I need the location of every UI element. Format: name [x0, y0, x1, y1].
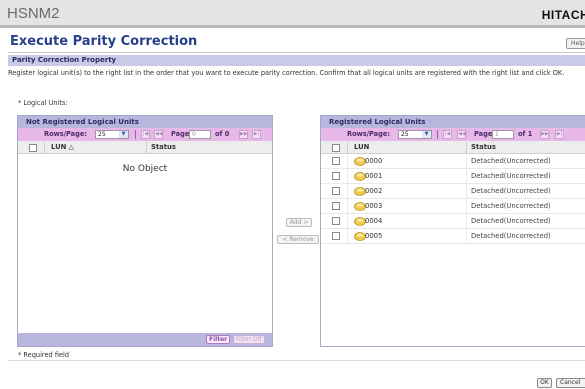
lun-value: 0005	[365, 232, 383, 240]
status-value: Detached(Uncorrected)	[471, 202, 551, 210]
select-all-checkbox[interactable]	[332, 144, 340, 152]
next-page-icon[interactable]: ▶▶	[540, 130, 549, 139]
column-status[interactable]: Status	[151, 141, 176, 154]
row-separator	[466, 199, 467, 213]
row-separator	[466, 229, 467, 243]
pager-left: Rows/Page: 25 ▼ |◀ ◀◀ Page 0 of 0 ▶▶ ▶|	[18, 128, 272, 141]
last-page-icon[interactable]: ▶|	[252, 130, 261, 139]
prev-page-icon[interactable]: ◀◀	[154, 130, 163, 139]
add-button[interactable]: Add >	[286, 218, 312, 227]
row-separator	[466, 184, 467, 198]
panel-title-not-registered: Not Registered Logical Units	[18, 116, 272, 128]
column-separator	[466, 141, 467, 154]
page-of-label: of 0	[215, 130, 230, 138]
row-separator	[466, 214, 467, 228]
chevron-down-icon: ▼	[119, 131, 128, 138]
row-checkbox[interactable]	[332, 217, 340, 225]
next-page-icon[interactable]: ▶▶	[239, 130, 248, 139]
page-of-label: of 1	[518, 130, 533, 138]
chevron-down-icon: ▼	[422, 131, 431, 138]
ok-button[interactable]: OK	[537, 378, 552, 388]
column-separator	[146, 141, 147, 154]
table-row[interactable]: 0003 Detached(Uncorrected)	[321, 199, 585, 214]
brand-logo: HITACHI	[541, 8, 585, 22]
footer-divider	[8, 360, 585, 361]
cancel-button[interactable]: Cancel	[556, 378, 585, 388]
required-field-note: * Required field	[18, 351, 70, 359]
row-separator	[466, 154, 467, 168]
row-checkbox[interactable]	[332, 202, 340, 210]
remove-button[interactable]: < Remove	[277, 235, 319, 244]
rows-per-page-select[interactable]: 25 ▼	[95, 130, 129, 139]
row-checkbox[interactable]	[332, 157, 340, 165]
table-row[interactable]: 0000 Detached(Uncorrected)	[321, 154, 585, 169]
last-page-icon[interactable]: ▶|	[555, 130, 564, 139]
app-name: HSNM2	[7, 5, 60, 22]
table-row[interactable]: 0005 Detached(Uncorrected)	[321, 229, 585, 244]
lun-value: 0000	[365, 157, 383, 165]
lun-value: 0002	[365, 187, 383, 195]
row-separator	[347, 184, 348, 198]
rows-per-page-label: Rows/Page:	[44, 130, 87, 138]
first-page-icon[interactable]: |◀	[141, 130, 150, 139]
column-separator	[347, 141, 348, 154]
lun-value: 0003	[365, 202, 383, 210]
help-button[interactable]: Help	[566, 38, 585, 49]
top-bar: HSNM2 HITACHI	[0, 0, 585, 28]
row-separator	[347, 229, 348, 243]
page-label: Page	[474, 130, 493, 138]
table-header-left: LUN △ Status	[18, 141, 272, 154]
column-status[interactable]: Status	[471, 141, 496, 154]
column-lun[interactable]: LUN	[354, 141, 369, 154]
status-value: Detached(Uncorrected)	[471, 187, 551, 195]
row-checkbox[interactable]	[332, 172, 340, 180]
row-checkbox[interactable]	[332, 232, 340, 240]
lun-value: 0001	[365, 172, 383, 180]
row-separator	[347, 214, 348, 228]
first-page-icon[interactable]: |◀	[443, 130, 452, 139]
panel-footer-left: Filter Filter Off	[18, 333, 272, 346]
table-row[interactable]: 0004 Detached(Uncorrected)	[321, 214, 585, 229]
panel-title-registered: Registered Logical Units	[321, 116, 585, 128]
pager-divider	[135, 130, 136, 139]
rows-per-page-value: 25	[401, 131, 409, 138]
page-number-input[interactable]: 0	[189, 130, 211, 139]
rows-per-page-label: Rows/Page:	[347, 130, 390, 138]
lun-value: 0004	[365, 217, 383, 225]
prev-page-icon[interactable]: ◀◀	[457, 130, 466, 139]
table-row[interactable]: 0002 Detached(Uncorrected)	[321, 184, 585, 199]
table-row[interactable]: 0001 Detached(Uncorrected)	[321, 169, 585, 184]
rows-per-page-select[interactable]: 25 ▼	[398, 130, 432, 139]
rows-per-page-value: 25	[98, 131, 106, 138]
row-separator	[347, 199, 348, 213]
filter-off-button[interactable]: Filter Off	[233, 335, 265, 344]
row-separator	[347, 154, 348, 168]
column-separator	[44, 141, 45, 154]
logical-units-label: * Logical Units:	[18, 99, 68, 107]
row-separator	[466, 169, 467, 183]
status-value: Detached(Uncorrected)	[471, 232, 551, 240]
status-value: Detached(Uncorrected)	[471, 217, 551, 225]
section-header: Parity Correction Property	[8, 55, 585, 66]
filter-button[interactable]: Filter	[206, 335, 231, 344]
page-title: Execute Parity Correction	[10, 34, 198, 49]
row-checkbox[interactable]	[332, 187, 340, 195]
pager-right: Rows/Page: 25 ▼ |◀ ◀◀ Page 1 of 1 ▶▶ ▶|	[321, 128, 585, 141]
column-lun[interactable]: LUN △	[51, 141, 74, 154]
page-label: Page	[171, 130, 190, 138]
instructions-text: Register logical unit(s) to the right li…	[8, 69, 565, 77]
empty-message: No Object	[122, 164, 168, 174]
row-separator	[347, 169, 348, 183]
pager-divider	[437, 130, 438, 139]
status-value: Detached(Uncorrected)	[471, 157, 551, 165]
select-all-checkbox[interactable]	[29, 144, 37, 152]
registered-panel: Registered Logical Units Rows/Page: 25 ▼…	[320, 115, 585, 347]
page-number-input[interactable]: 1	[492, 130, 514, 139]
title-divider	[8, 52, 585, 53]
status-value: Detached(Uncorrected)	[471, 172, 551, 180]
table-header-right: LUN Status	[321, 141, 585, 154]
not-registered-panel: Not Registered Logical Units Rows/Page: …	[17, 115, 273, 347]
